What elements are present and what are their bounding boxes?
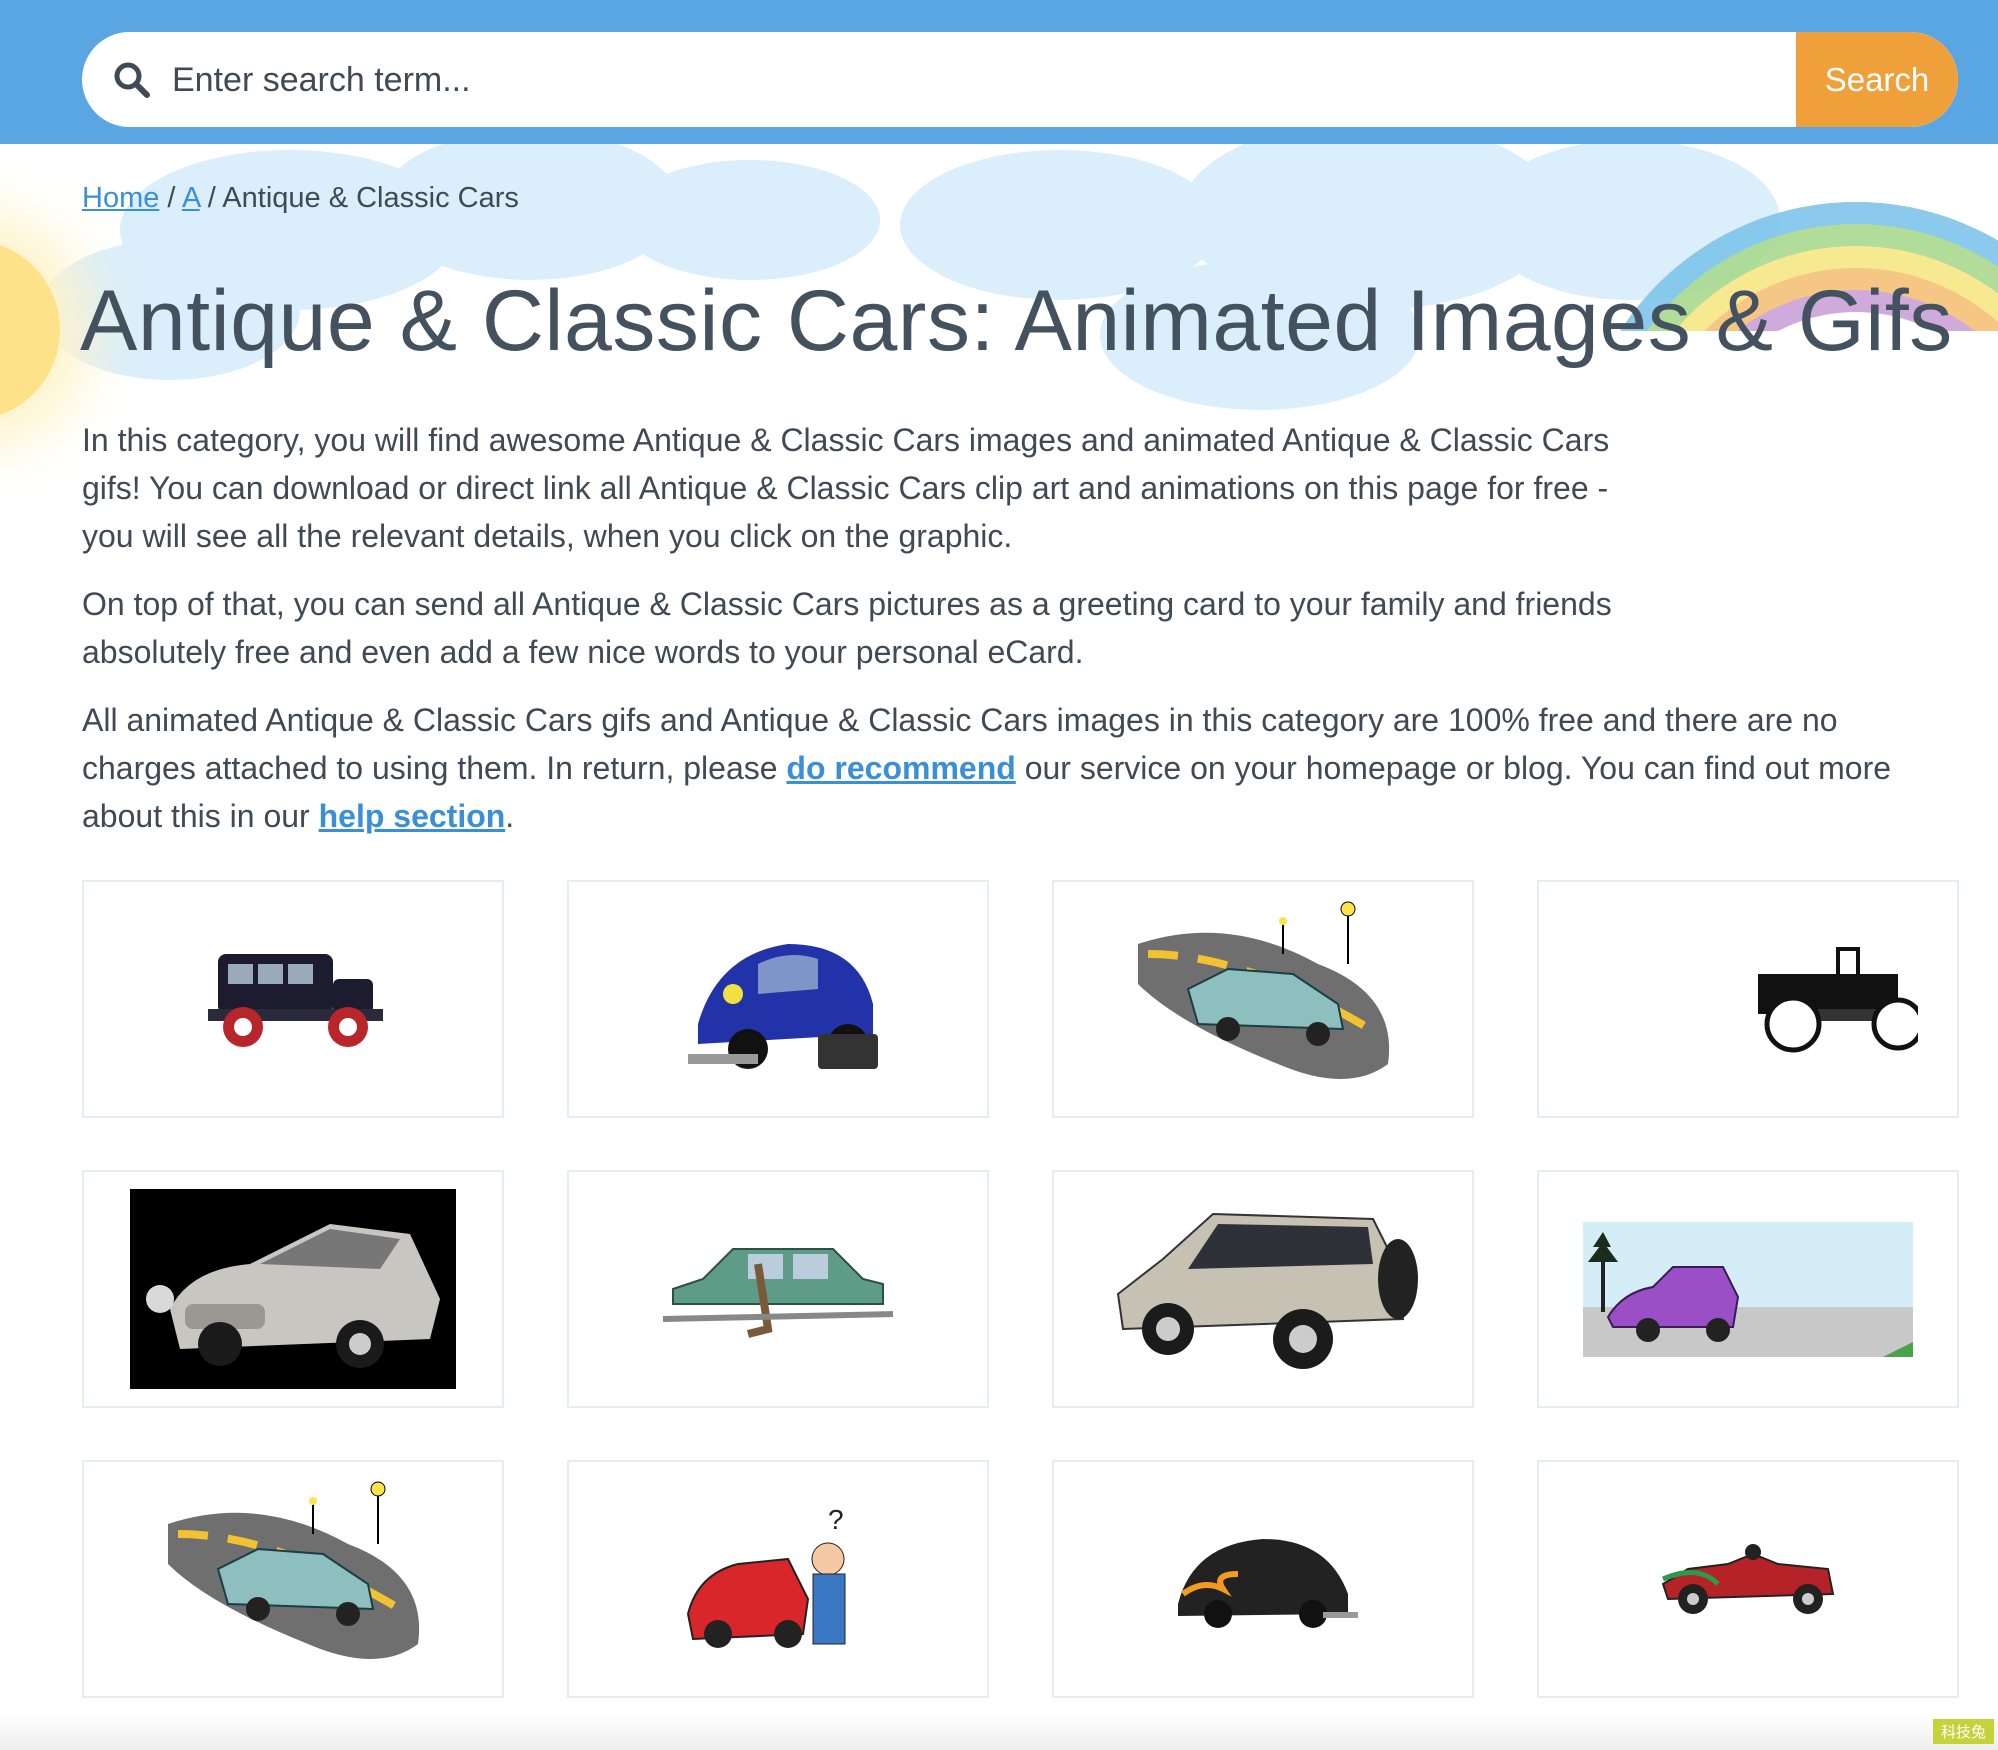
breadcrumb-current: Antique & Classic Cars <box>222 182 519 214</box>
sun-decoration <box>0 240 60 420</box>
gallery-tile[interactable]: ? <box>567 1460 989 1698</box>
gallery-tile[interactable] <box>567 880 989 1118</box>
gallery-tile[interactable] <box>1052 1460 1474 1698</box>
silver-sports-car-icon <box>130 1189 456 1389</box>
breadcrumb-home-link[interactable]: Home <box>82 182 159 214</box>
page-title: Antique & Classic Cars: Animated Images … <box>80 273 1953 369</box>
black-white-roadster-icon <box>1758 947 1918 1053</box>
breadcrumb-separator: / <box>167 182 176 214</box>
vintage-black-sedan-icon <box>208 954 383 1047</box>
site-header: Search <box>0 0 1998 144</box>
gallery-tile[interactable] <box>1052 880 1474 1118</box>
intro-paragraph-1: In this category, you will find awesome … <box>82 422 1610 554</box>
search-button[interactable]: Search <box>1796 32 1958 127</box>
red-race-car-icon <box>1661 1544 1835 1614</box>
breadcrumb: Home / A / Antique & Classic Cars <box>82 182 519 215</box>
recommend-link[interactable]: do recommend <box>786 750 1015 786</box>
help-section-link[interactable]: help section <box>319 798 506 834</box>
silver-suv-icon <box>1116 1212 1418 1369</box>
corner-badge: 科技兔 <box>1932 1719 1994 1744</box>
purple-cartoon-car-icon <box>1583 1221 1913 1357</box>
gallery-tile[interactable] <box>1052 1170 1474 1408</box>
gallery-tile[interactable] <box>1537 880 1959 1118</box>
gallery-tile[interactable] <box>82 1460 504 1698</box>
green-car-driver-icon <box>663 1248 893 1338</box>
red-car-mechanic-icon: ? <box>686 1504 846 1648</box>
search-icon[interactable] <box>112 60 152 100</box>
breadcrumb-letter-link[interactable]: A <box>182 182 200 214</box>
intro-paragraph-3: All animated Antique & Classic Cars gifs… <box>82 696 1942 840</box>
intro-text: . <box>505 798 515 834</box>
search-input[interactable] <box>170 32 1674 127</box>
footer-strip: 科技兔 <box>0 1712 1998 1750</box>
teal-car-on-road-icon <box>168 1481 420 1659</box>
svg-text:?: ? <box>828 1504 844 1535</box>
gallery-tile[interactable] <box>82 880 504 1118</box>
search-bar: Search <box>82 32 1958 127</box>
crashed-blue-beetle-icon <box>688 944 878 1069</box>
gallery-tile[interactable] <box>1537 1170 1959 1408</box>
gallery-tile[interactable] <box>82 1170 504 1408</box>
breadcrumb-separator: / <box>207 182 216 214</box>
intro-paragraph-2: On top of that, you can send all Antique… <box>82 586 1612 670</box>
flame-beetle-icon <box>1178 1539 1358 1628</box>
gallery-tile[interactable] <box>567 1170 989 1408</box>
gallery-tile[interactable] <box>1537 1460 1959 1698</box>
teal-car-on-road-icon <box>1138 901 1390 1079</box>
